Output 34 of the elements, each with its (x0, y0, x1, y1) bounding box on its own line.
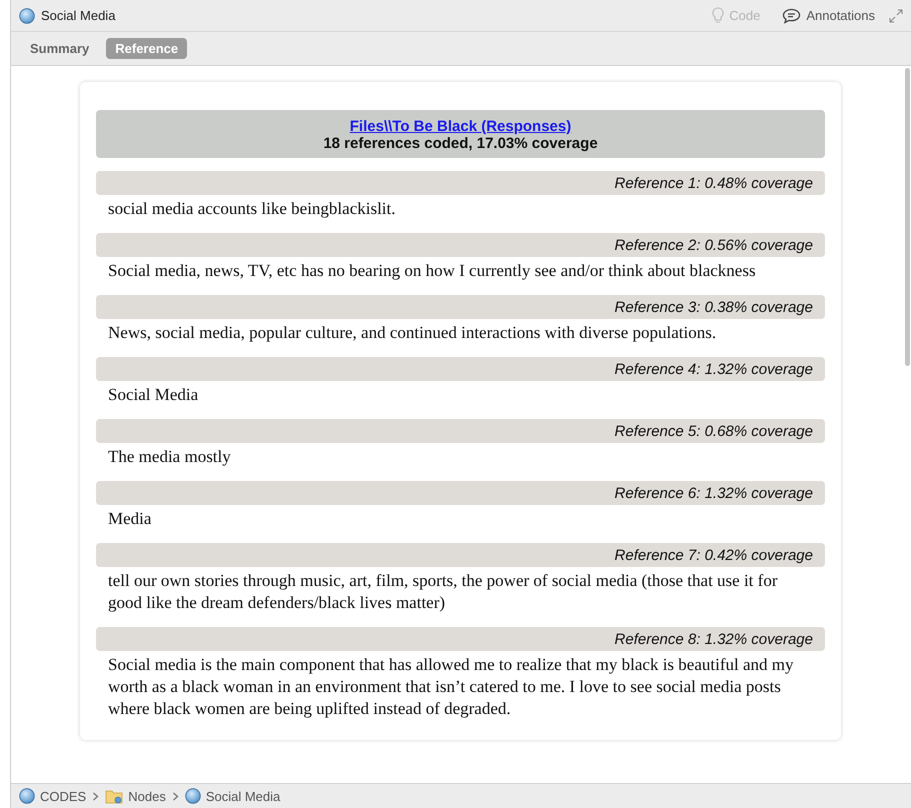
sphere-icon (19, 8, 35, 24)
sphere-icon (184, 788, 201, 804)
reference-title: Reference 4: 1.32% coverage (614, 360, 813, 378)
chevron-icon (172, 792, 179, 800)
reference-text: tell our own stories through music, art, film, sports, the power of social media (those that use it for good like the dream defenders/black lives matter) (107, 570, 778, 614)
reference-text: News, social media, popular culture, and continued interactions with diverse populations. (107, 322, 718, 344)
tab[interactable]: Summary (21, 38, 98, 59)
coverage-summary: 18 references coded, 17.03% coverage (323, 135, 598, 152)
reference-text: social media accounts like beingblackislit. (107, 198, 396, 220)
reference-title: Reference 7: 0.42% coverage (614, 546, 813, 564)
reference-text: Social media, news, TV, etc has no bearing on how I currently see and/or think about blackness (107, 260, 757, 282)
reference-text: Social media is the main component that has allowed me to realize that my black is beautiful and my worth as a black woman in an environment that isn’t catered to me. I love to see social media posts where black women are being uplifted instead of degraded. (107, 654, 794, 720)
source-link[interactable]: Files\\To Be Black (Responses) (350, 118, 572, 135)
breadcrumb-item[interactable]: Social Media (206, 788, 280, 804)
window-title: Social Media (41, 8, 116, 23)
reference-text: The media mostly (107, 446, 232, 468)
reference-title: Reference 8: 1.32% coverage (614, 630, 813, 648)
reference-title: Reference 3: 0.38% coverage (614, 298, 813, 316)
breadcrumb-item[interactable]: CODES (40, 788, 86, 804)
reference-title: Reference 5: 0.68% coverage (614, 422, 813, 440)
breadcrumb-item[interactable]: Nodes (128, 788, 166, 804)
reference-title: Reference 2: 0.56% coverage (614, 236, 813, 254)
scrollbar-thumb[interactable] (905, 68, 910, 366)
expand-icon[interactable] (889, 8, 903, 22)
lightbulb-icon (712, 7, 724, 24)
toolbar-button[interactable]: Annotations (774, 8, 883, 24)
chevron-icon (92, 792, 100, 800)
speech-bubble-icon (782, 8, 802, 24)
folder-icon (105, 788, 124, 804)
reference-title: Reference 1: 0.48% coverage (614, 174, 813, 192)
sphere-icon (19, 788, 35, 804)
reference-text: Media (107, 508, 152, 530)
reference-text: Social Media (107, 384, 200, 406)
reference-title: Reference 6: 1.32% coverage (614, 484, 813, 502)
